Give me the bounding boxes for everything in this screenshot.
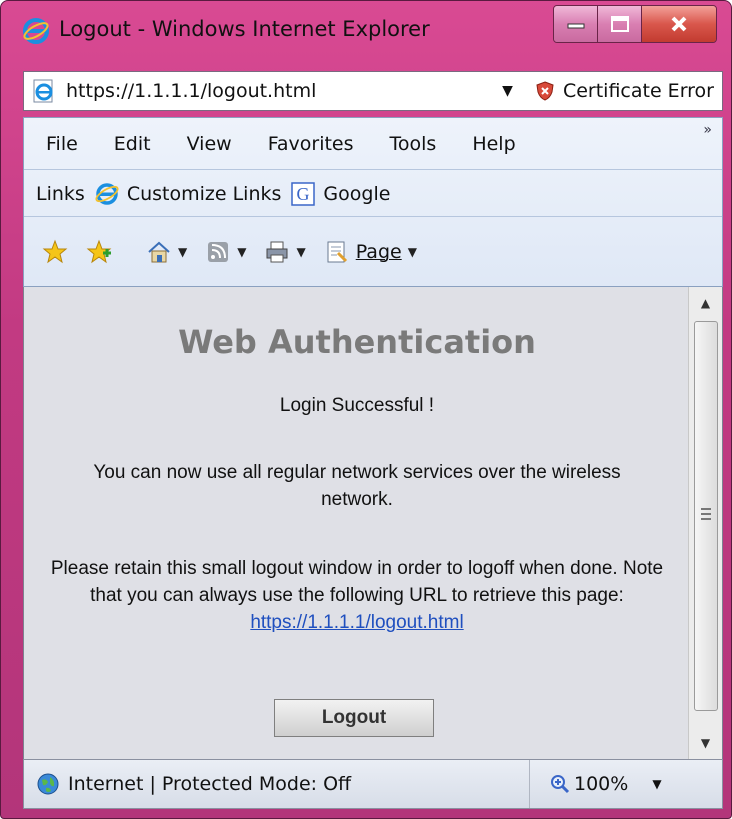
vertical-scrollbar[interactable]: ▲ ▼ <box>688 287 722 759</box>
command-bar: ▼ ▼ ▼ Page ▼ <box>24 218 722 286</box>
caption-buttons <box>553 5 717 43</box>
page-menu-button[interactable]: Page ▼ <box>324 239 417 265</box>
scroll-up-arrow[interactable]: ▲ <box>689 289 722 317</box>
title-bar[interactable]: Logout - Windows Internet Explorer <box>1 1 731 61</box>
print-button[interactable]: ▼ <box>264 239 306 265</box>
zoom-dropdown[interactable]: ▼ <box>652 777 661 791</box>
feeds-dropdown[interactable]: ▼ <box>237 245 246 259</box>
zoom-control[interactable]: 100% ▼ <box>550 773 662 795</box>
print-dropdown[interactable]: ▼ <box>296 245 305 259</box>
home-dropdown[interactable]: ▼ <box>178 245 187 259</box>
maximize-button[interactable] <box>598 6 642 42</box>
page-content: Web Authentication Login Successful ! Yo… <box>24 287 690 759</box>
feeds-button[interactable]: ▼ <box>205 239 246 265</box>
links-label: Links <box>36 182 85 205</box>
logout-button[interactable]: Logout <box>274 699 434 737</box>
network-services-text: You can now use all regular network serv… <box>93 462 621 510</box>
window-title: Logout - Windows Internet Explorer <box>59 17 430 41</box>
scroll-grip-icon <box>701 508 711 520</box>
retain-window-message: Please retain this small logout window i… <box>50 558 664 606</box>
logout-url-link[interactable]: https://1.1.1.1/logout.html <box>250 612 463 633</box>
browser-window: Logout - Windows Internet Explorer https… <box>0 0 732 819</box>
toolbar-overflow-chevron[interactable]: » <box>703 122 712 138</box>
url-field[interactable]: https://1.1.1.1/logout.html <box>66 80 502 102</box>
page-viewport: Web Authentication Login Successful ! Yo… <box>23 287 723 759</box>
svg-text:G: G <box>297 184 310 204</box>
scroll-thumb[interactable] <box>694 321 718 711</box>
security-zone-label: Internet | Protected Mode: Off <box>68 773 352 795</box>
login-status-text: Login Successful ! <box>279 395 435 416</box>
ie-page-icon <box>33 79 53 103</box>
favorites-button[interactable] <box>42 239 68 265</box>
rss-icon <box>208 242 229 262</box>
link-customize-links[interactable]: Customize Links <box>95 182 282 206</box>
zoom-level: 100% <box>574 773 629 795</box>
menu-favorites[interactable]: Favorites <box>268 133 354 155</box>
page-menu-label: Page <box>355 241 402 263</box>
ie-icon <box>23 18 49 44</box>
maximize-icon <box>610 16 629 32</box>
link-google-label: Google <box>323 182 391 205</box>
zoom-icon <box>551 775 570 794</box>
add-favorites-button[interactable] <box>86 239 112 265</box>
browser-chrome: File Edit View Favorites Tools Help Link… <box>23 117 723 287</box>
google-icon: G <box>291 181 316 206</box>
minimize-icon <box>567 23 584 29</box>
links-bar: Links Customize Links G Google <box>24 171 722 217</box>
add-favorite-icon <box>86 239 112 264</box>
printer-icon <box>266 241 288 263</box>
status-bar: Internet | Protected Mode: Off 100% ▼ <box>23 759 723 809</box>
close-icon <box>671 16 687 32</box>
shield-x-icon <box>536 81 554 101</box>
link-customize-label: Customize Links <box>126 182 282 205</box>
ie-icon <box>95 182 119 205</box>
page-icon <box>327 241 347 263</box>
menu-view[interactable]: View <box>187 133 232 155</box>
menu-file[interactable]: File <box>46 133 78 155</box>
menu-bar: File Edit View Favorites Tools Help <box>24 118 722 170</box>
globe-icon <box>37 773 59 795</box>
address-dropdown[interactable]: ▼ <box>502 83 513 99</box>
menu-tools[interactable]: Tools <box>390 133 437 155</box>
menu-edit[interactable]: Edit <box>114 133 151 155</box>
scroll-down-arrow[interactable]: ▼ <box>689 729 722 757</box>
address-bar[interactable]: https://1.1.1.1/logout.html ▼ Certificat… <box>23 71 723 111</box>
link-google[interactable]: G Google <box>291 181 391 206</box>
home-icon <box>148 241 170 263</box>
certificate-error-button[interactable]: Certificate Error <box>531 72 722 110</box>
home-button[interactable]: ▼ <box>146 239 187 265</box>
page-heading: Web Authentication <box>178 323 536 361</box>
close-button[interactable] <box>642 6 716 42</box>
star-icon <box>42 239 68 264</box>
certificate-error-label: Certificate Error <box>562 80 714 102</box>
security-zone[interactable]: Internet | Protected Mode: Off <box>24 760 530 808</box>
retain-window-text: Please retain this small logout window i… <box>44 555 670 636</box>
menu-help[interactable]: Help <box>472 133 515 155</box>
minimize-button[interactable] <box>554 6 598 42</box>
page-dropdown[interactable]: ▼ <box>408 245 417 259</box>
